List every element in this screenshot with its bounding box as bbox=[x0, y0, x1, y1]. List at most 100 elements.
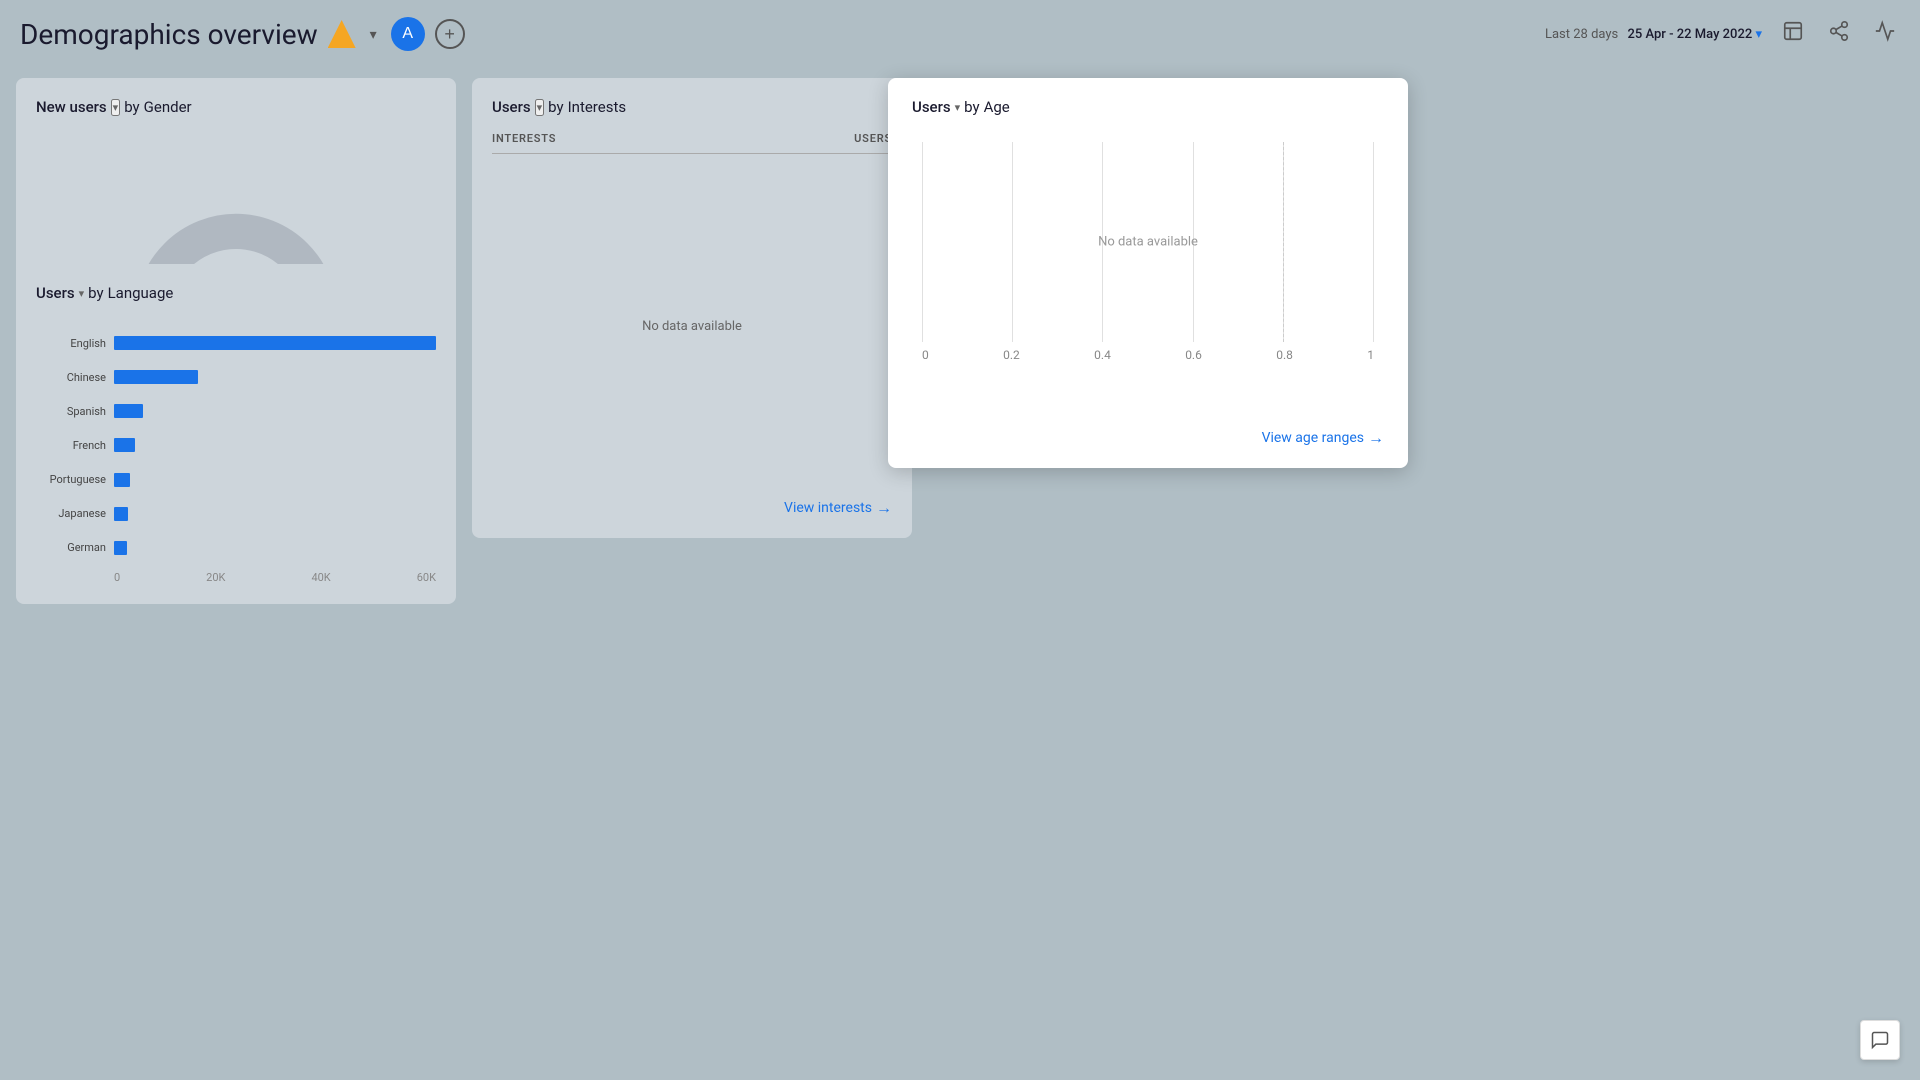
interests-no-data: No data available bbox=[492, 154, 892, 498]
interests-table: INTERESTS USERS No data available bbox=[492, 132, 892, 498]
age-x-4: 0.8 bbox=[1276, 348, 1293, 362]
age-chart: No data available 0 0.2 0.4 0.6 0.8 1 bbox=[912, 142, 1384, 428]
language-bar bbox=[114, 336, 436, 350]
gender-metric-dropdown[interactable]: ▾ bbox=[111, 99, 121, 116]
language-label: Portuguese bbox=[36, 473, 106, 486]
arrow-icon: → bbox=[876, 498, 892, 518]
list-item: German bbox=[36, 541, 436, 555]
date-range-value: 25 Apr - 22 May 2022 bbox=[1627, 27, 1752, 42]
language-metric-dropdown[interactable]: ▾ bbox=[79, 287, 85, 300]
age-metric: Users bbox=[912, 98, 951, 116]
interests-separator: by bbox=[548, 98, 563, 116]
language-metric: Users bbox=[36, 284, 75, 302]
language-bar bbox=[114, 404, 143, 418]
age-x-5: 1 bbox=[1367, 348, 1374, 362]
language-bar-container bbox=[114, 404, 436, 418]
feedback-icon bbox=[1870, 1030, 1890, 1050]
language-bar-container bbox=[114, 438, 436, 452]
age-dimension: Age bbox=[984, 98, 1010, 116]
gridline-5 bbox=[1373, 142, 1374, 342]
age-x-2: 0.4 bbox=[1094, 348, 1111, 362]
language-bar bbox=[114, 541, 127, 555]
view-age-link[interactable]: View age ranges → bbox=[912, 428, 1384, 448]
date-range-label: Last 28 days bbox=[1545, 27, 1618, 42]
gender-separator: by bbox=[124, 98, 139, 116]
language-card: Users ▾ by Language English Chinese Spanis… bbox=[16, 264, 456, 604]
view-interests-label: View interests bbox=[784, 500, 872, 516]
col-users: USERS bbox=[854, 132, 892, 145]
language-bar-container bbox=[114, 370, 436, 384]
interests-card: Users ▾ by Interests INTERESTS USERS No … bbox=[472, 78, 912, 538]
language-bar bbox=[114, 370, 198, 384]
gridline-4 bbox=[1283, 142, 1284, 342]
age-card-title: Users ▾ by Age bbox=[912, 98, 1384, 116]
age-card: Users ▾ by Age No data available 0 0.2 bbox=[888, 78, 1408, 468]
header-right: Last 28 days 25 Apr - 22 May 2022 ▾ bbox=[1545, 16, 1900, 52]
main-content: New users ▾ by Gender No data available … bbox=[0, 68, 1920, 614]
language-label: Chinese bbox=[36, 371, 106, 384]
feedback-button[interactable] bbox=[1860, 1020, 1900, 1060]
warning-triangle-icon bbox=[328, 20, 356, 48]
interests-metric-dropdown[interactable]: ▾ bbox=[535, 99, 545, 116]
explore-icon-button[interactable] bbox=[1870, 16, 1900, 52]
lang-x-labels: 0 20K 40K 60K bbox=[114, 571, 436, 584]
language-label: English bbox=[36, 337, 106, 350]
interests-dimension: Interests bbox=[568, 98, 627, 116]
age-x-1: 0.2 bbox=[1003, 348, 1020, 362]
language-label: Japanese bbox=[36, 507, 106, 520]
age-no-data: No data available bbox=[1098, 235, 1198, 250]
lang-x-label: 0 bbox=[114, 571, 120, 584]
language-dimension: Language bbox=[108, 284, 174, 302]
view-interests-link[interactable]: View interests → bbox=[492, 498, 892, 518]
date-range: Last 28 days 25 Apr - 22 May 2022 ▾ bbox=[1545, 26, 1762, 42]
col-interests: INTERESTS bbox=[492, 132, 556, 145]
language-bar-container bbox=[114, 473, 436, 487]
age-metric-dropdown[interactable]: ▾ bbox=[955, 101, 961, 114]
language-bar-container bbox=[114, 541, 436, 555]
page-title: Demographics overview bbox=[20, 18, 318, 51]
lang-x-label: 40K bbox=[311, 571, 330, 584]
gender-card-title: New users ▾ by Gender bbox=[36, 98, 436, 116]
interests-table-header: INTERESTS USERS bbox=[492, 132, 892, 154]
arrow-icon: → bbox=[1368, 428, 1384, 448]
language-separator: by bbox=[88, 284, 103, 302]
language-label: French bbox=[36, 439, 106, 452]
gender-dimension: Gender bbox=[144, 98, 192, 116]
gender-metric: New users bbox=[36, 98, 107, 116]
lang-x-label: 60K bbox=[417, 571, 436, 584]
language-chart: English Chinese Spanish French Portuguese Jap… bbox=[36, 326, 436, 565]
age-x-labels: 0 0.2 0.4 0.6 0.8 1 bbox=[922, 348, 1374, 362]
add-button[interactable]: + bbox=[435, 19, 465, 49]
language-bar bbox=[114, 438, 135, 452]
language-bar bbox=[114, 507, 128, 521]
language-label: Spanish bbox=[36, 405, 106, 418]
age-chart-inner: No data available bbox=[922, 142, 1374, 342]
list-item: Japanese bbox=[36, 507, 436, 521]
lang-x-label: 20K bbox=[206, 571, 225, 584]
list-item: English bbox=[36, 336, 436, 350]
header: Demographics overview ▾ A + Last 28 days… bbox=[0, 0, 1920, 68]
avatar-button[interactable]: A bbox=[391, 17, 425, 51]
view-age-label: View age ranges bbox=[1262, 430, 1364, 446]
list-item: Portuguese bbox=[36, 473, 436, 487]
age-x-0: 0 bbox=[922, 348, 929, 362]
list-item: French bbox=[36, 438, 436, 452]
language-card-title: Users ▾ by Language bbox=[36, 284, 436, 302]
interests-metric: Users bbox=[492, 98, 531, 116]
date-dropdown-button[interactable]: ▾ bbox=[1755, 26, 1762, 42]
language-label: German bbox=[36, 541, 106, 554]
list-item: Spanish bbox=[36, 404, 436, 418]
title-dropdown-button[interactable]: ▾ bbox=[366, 22, 381, 47]
age-separator: by bbox=[964, 98, 979, 116]
header-left: Demographics overview ▾ A + bbox=[20, 17, 465, 51]
plus-icon: + bbox=[444, 24, 455, 45]
list-item: Chinese bbox=[36, 370, 436, 384]
interests-card-title: Users ▾ by Interests bbox=[492, 98, 892, 116]
language-bar-container bbox=[114, 336, 436, 350]
edit-icon-button[interactable] bbox=[1778, 16, 1808, 52]
language-bar-container bbox=[114, 507, 436, 521]
language-bar bbox=[114, 473, 130, 487]
gridline-0 bbox=[922, 142, 923, 342]
gridline-1 bbox=[1012, 142, 1013, 342]
share-icon-button[interactable] bbox=[1824, 16, 1854, 52]
